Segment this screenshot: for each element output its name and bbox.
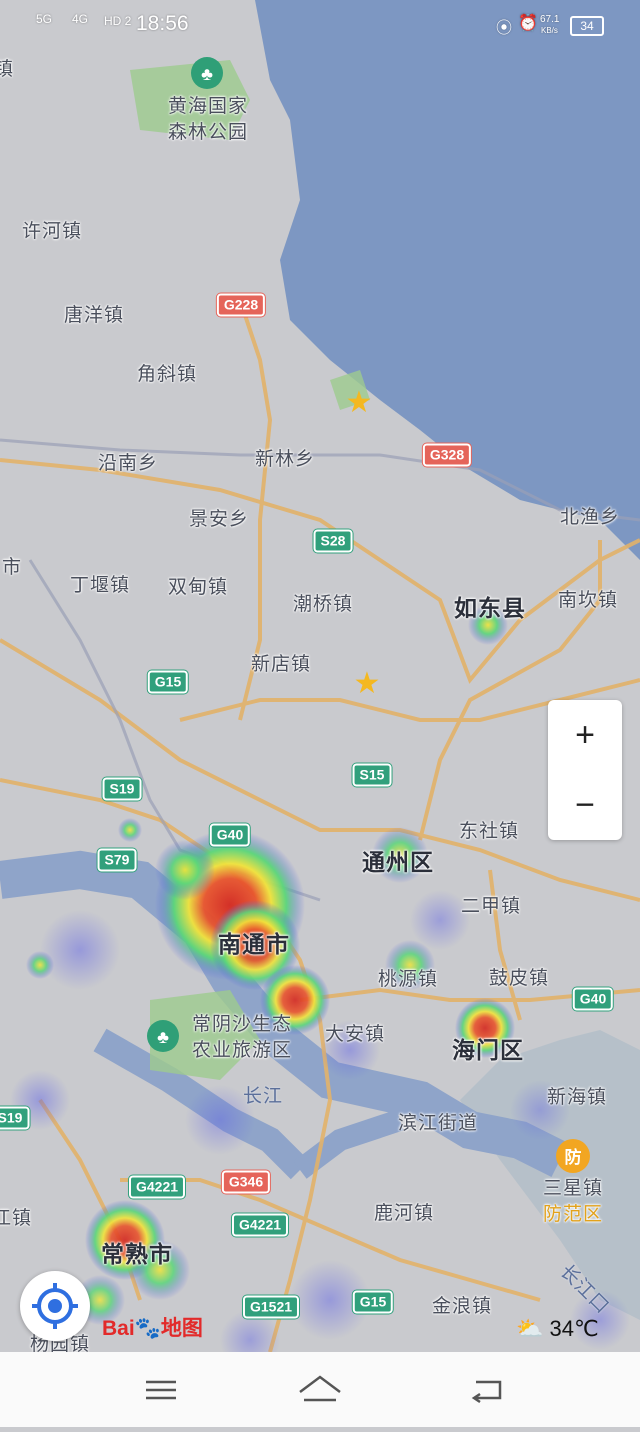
road-shield[interactable]: G346: [221, 1170, 271, 1194]
network-speed: 67.1: [540, 14, 560, 25]
map-label[interactable]: 鹿河镇: [374, 1201, 434, 1227]
road-shield[interactable]: S19: [0, 1106, 30, 1130]
map-label[interactable]: 新店镇: [251, 652, 311, 678]
road-shield[interactable]: G328: [422, 443, 472, 467]
road-shield[interactable]: G228: [216, 293, 266, 317]
brand-text: Bai: [102, 1317, 135, 1340]
map-label[interactable]: 丁堰镇: [70, 573, 130, 599]
zoom-out-button[interactable]: −: [548, 770, 622, 840]
map-label[interactable]: 双甸镇: [168, 575, 228, 601]
map-label[interactable]: 如东县: [454, 595, 526, 621]
weather-cloud-icon: ⛅: [516, 1316, 544, 1341]
map-label[interactable]: 东社镇: [459, 819, 519, 845]
map-label[interactable]: 潮桥镇: [293, 592, 353, 618]
map-label[interactable]: 南坎镇: [558, 588, 618, 614]
weather-temp: 34℃: [549, 1316, 599, 1341]
map-label[interactable]: 市: [2, 555, 22, 581]
status-bar: 5G 4G HD 2 18:56 67.1 KB/s ⦿ ⏰ 34: [0, 0, 640, 48]
navigation-bar: [0, 1352, 640, 1427]
map-label[interactable]: 景安乡: [189, 507, 249, 533]
weather-widget[interactable]: ⛅ 34℃: [516, 1316, 599, 1342]
map-label[interactable]: 二甲镇: [461, 894, 521, 920]
location-icon: ⦿: [496, 20, 513, 37]
road-shield[interactable]: G4221: [128, 1175, 186, 1199]
map-label[interactable]: 三星镇: [543, 1176, 603, 1202]
battery-indicator: 34: [570, 16, 604, 36]
map-label[interactable]: 北渔乡: [560, 505, 620, 531]
menu-icon[interactable]: [146, 1380, 176, 1400]
svg-text:♣: ♣: [157, 1027, 169, 1047]
map-label[interactable]: 常熟市: [101, 1241, 173, 1267]
map-label[interactable]: 沿南乡: [98, 451, 158, 477]
road-shield[interactable]: G15: [352, 1290, 394, 1314]
map-label[interactable]: 海门区: [452, 1037, 524, 1063]
brand-suffix: 地图: [160, 1317, 203, 1340]
map-label[interactable]: 南通市: [218, 931, 290, 957]
map-label[interactable]: 长江: [243, 1084, 283, 1110]
map-label[interactable]: 镇: [0, 57, 14, 83]
map-label[interactable]: 金浪镇: [432, 1294, 492, 1320]
road-shield[interactable]: S28: [313, 529, 353, 553]
road-shield[interactable]: G40: [209, 823, 251, 847]
back-icon[interactable]: [471, 1380, 502, 1404]
map-label[interactable]: 许河镇: [22, 219, 82, 245]
zoom-control: + −: [548, 700, 622, 840]
map-canvas[interactable]: ★ ★ ♣ ♣ 防: [0, 0, 640, 1352]
road-shield[interactable]: S79: [97, 848, 137, 872]
clock: 18:56: [136, 12, 189, 35]
road-shield[interactable]: G1521: [242, 1295, 300, 1319]
network-indicator: 5G: [36, 12, 53, 26]
alarm-icon: ⏰: [518, 15, 538, 32]
paw-icon: 🐾: [134, 1317, 161, 1340]
map-label[interactable]: 角斜镇: [137, 362, 197, 388]
road-shield[interactable]: S15: [352, 763, 392, 787]
favorite-star-icon[interactable]: ★: [346, 386, 373, 419]
map-label[interactable]: 常阴沙生态 农业旅游区: [192, 1012, 292, 1064]
zoom-in-button[interactable]: +: [548, 700, 622, 770]
svg-text:♣: ♣: [201, 64, 213, 84]
favorite-star-icon[interactable]: ★: [354, 667, 381, 700]
hd-indicator: HD 2: [104, 14, 132, 28]
map-label[interactable]: 新林乡: [255, 447, 315, 473]
alert-badge-text: 防: [565, 1147, 582, 1167]
map-label[interactable]: 江镇: [0, 1206, 32, 1232]
road-shield[interactable]: G40: [572, 987, 614, 1011]
map-label[interactable]: 滨江街道: [398, 1111, 478, 1137]
network-indicator-2: 4G: [72, 12, 89, 26]
map-label[interactable]: 通州区: [362, 849, 434, 875]
road-shield[interactable]: G4221: [231, 1213, 289, 1237]
map-label[interactable]: 防范区: [543, 1202, 603, 1228]
road-shield[interactable]: S19: [102, 777, 142, 801]
home-icon[interactable]: [299, 1375, 341, 1402]
crosshair-icon: [32, 1283, 78, 1329]
road-shield[interactable]: G15: [147, 670, 189, 694]
baidu-logo: Bai🐾地图: [102, 1312, 203, 1340]
map-label[interactable]: 唐洋镇: [64, 303, 124, 329]
map-label[interactable]: 大安镇: [325, 1022, 385, 1048]
map-label[interactable]: 桃源镇: [378, 967, 438, 993]
network-speed-unit: KB/s: [541, 26, 558, 35]
map-label[interactable]: 新海镇: [547, 1085, 607, 1111]
map-label[interactable]: 黄海国家 森林公园: [168, 94, 248, 146]
map-label[interactable]: 鼓皮镇: [489, 966, 549, 992]
locate-button[interactable]: [20, 1271, 90, 1341]
